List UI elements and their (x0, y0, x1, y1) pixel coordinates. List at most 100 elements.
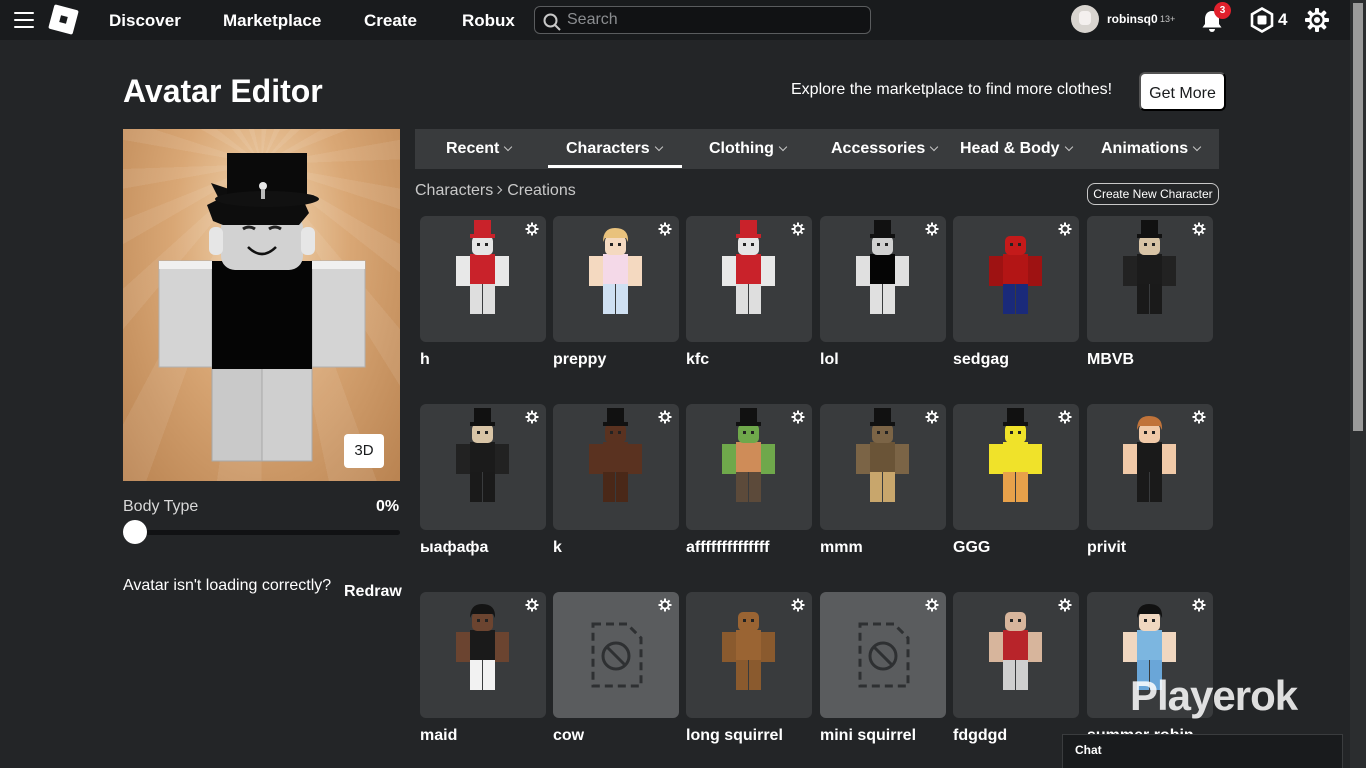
body-type-value: 0% (376, 498, 400, 515)
character-name: affffffffffffff (686, 539, 770, 556)
character-thumbnail[interactable] (553, 216, 679, 342)
menu-icon[interactable] (14, 12, 34, 28)
gear-icon[interactable] (658, 410, 672, 429)
nav-discover[interactable]: Discover (109, 11, 181, 31)
robux-balance[interactable]: 4 (1278, 10, 1287, 30)
redraw-button[interactable]: Redraw (344, 583, 402, 601)
page-scrollbar[interactable] (1350, 0, 1366, 768)
username: robinsq0 (1107, 12, 1158, 26)
gear-icon[interactable] (1192, 598, 1206, 617)
character-name: GGG (953, 539, 991, 556)
gear-icon[interactable] (658, 598, 672, 617)
character-name: mmm (820, 539, 863, 556)
tab-label: Animations (1101, 140, 1189, 157)
gear-icon[interactable] (525, 410, 539, 429)
avatar-preview[interactable] (123, 129, 400, 481)
chevron-down-icon (778, 142, 788, 152)
character-thumbnail[interactable] (420, 592, 546, 718)
tab-clothing[interactable]: Clothing (709, 129, 788, 169)
gear-icon[interactable] (925, 222, 939, 241)
gear-icon[interactable] (1058, 222, 1072, 241)
gear-icon[interactable] (1192, 222, 1206, 241)
tab-accessories[interactable]: Accessories (831, 129, 939, 169)
broken-thumbnail[interactable] (820, 592, 946, 718)
gear-icon[interactable] (791, 410, 805, 429)
gear-icon[interactable] (925, 598, 939, 617)
tab-label: Characters (566, 140, 650, 157)
character-thumbnail[interactable] (820, 216, 946, 342)
gear-icon[interactable] (791, 598, 805, 617)
body-type-slider[interactable] (123, 530, 400, 535)
gear-icon[interactable] (658, 222, 672, 241)
body-type-slider-handle[interactable] (123, 520, 147, 544)
create-new-character-button[interactable]: Create New Character (1087, 183, 1219, 205)
gear-icon[interactable] (1058, 410, 1072, 429)
body-type-label: Body Type (123, 498, 199, 515)
character-thumbnail[interactable] (820, 404, 946, 530)
chevron-down-icon (1192, 142, 1202, 152)
search-input[interactable] (567, 10, 857, 30)
gear-icon[interactable] (525, 222, 539, 241)
settings-gear-icon[interactable] (1304, 7, 1330, 33)
chat-bar[interactable]: Chat (1062, 734, 1343, 768)
tab-label: Head & Body (960, 140, 1060, 157)
gear-icon[interactable] (1192, 410, 1206, 429)
tab-head-body[interactable]: Head & Body (960, 129, 1073, 169)
chevron-down-icon (1064, 142, 1073, 152)
avatar (1071, 5, 1099, 33)
character-thumbnail[interactable] (553, 404, 679, 530)
character-name: privit (1087, 539, 1127, 556)
robux-icon[interactable] (1249, 7, 1275, 33)
character-name: h (420, 351, 430, 368)
age-badge: 13+ (1160, 14, 1176, 24)
breadcrumb-creations: Creations (507, 182, 576, 199)
watermark: Playerok (1130, 672, 1298, 719)
character-name: MBVB (1087, 351, 1135, 368)
page-title: Avatar Editor (123, 73, 323, 109)
gear-icon[interactable] (525, 598, 539, 617)
tab-animations[interactable]: Animations (1101, 129, 1202, 169)
character-thumbnail[interactable] (686, 216, 812, 342)
character-name: mini squirrel (820, 727, 917, 744)
get-more-button[interactable]: Get More (1139, 72, 1226, 111)
character-name: cow (553, 727, 585, 744)
nav-create[interactable]: Create (364, 11, 417, 31)
nav-robux[interactable]: Robux (462, 11, 515, 31)
character-thumbnail[interactable] (953, 592, 1079, 718)
chevron-right-icon (494, 185, 503, 195)
nav-marketplace[interactable]: Marketplace (223, 11, 321, 31)
scrollbar-thumb[interactable] (1353, 3, 1363, 431)
character-name: kfc (686, 351, 710, 368)
tab-characters[interactable]: Characters (566, 129, 663, 169)
avatar-figure (158, 153, 366, 462)
character-thumbnail[interactable] (1087, 216, 1213, 342)
character-thumbnail[interactable] (953, 404, 1079, 530)
tab-recent[interactable]: Recent (446, 129, 513, 169)
chevron-down-icon (654, 142, 663, 152)
character-name: sedgag (953, 351, 1010, 368)
gear-icon[interactable] (925, 410, 939, 429)
toggle-3d-button[interactable]: 3D (344, 434, 384, 468)
character-name: lol (820, 351, 839, 368)
tab-label: Accessories (831, 140, 926, 157)
gear-icon[interactable] (1058, 598, 1072, 617)
chat-label: Chat (1075, 743, 1102, 757)
character-thumbnail[interactable] (686, 592, 812, 718)
character-name: ыафафа (420, 539, 489, 556)
character-thumbnail[interactable] (1087, 404, 1213, 530)
top-nav: Discover Marketplace Create Robux robins… (0, 0, 1350, 40)
chevron-down-icon (930, 142, 939, 152)
chevron-down-icon (504, 142, 513, 152)
search-icon (543, 13, 561, 31)
search-box (534, 6, 871, 34)
gear-icon[interactable] (791, 222, 805, 241)
roblox-logo-icon[interactable] (48, 4, 79, 35)
character-name: k (553, 539, 562, 556)
character-thumbnail[interactable] (420, 216, 546, 342)
broken-thumbnail[interactable] (553, 592, 679, 718)
breadcrumb-characters[interactable]: Characters (415, 182, 493, 199)
character-thumbnail[interactable] (686, 404, 812, 530)
character-thumbnail[interactable] (953, 216, 1079, 342)
character-thumbnail[interactable] (420, 404, 546, 530)
redraw-prompt: Avatar isn't loading correctly? (123, 577, 332, 594)
